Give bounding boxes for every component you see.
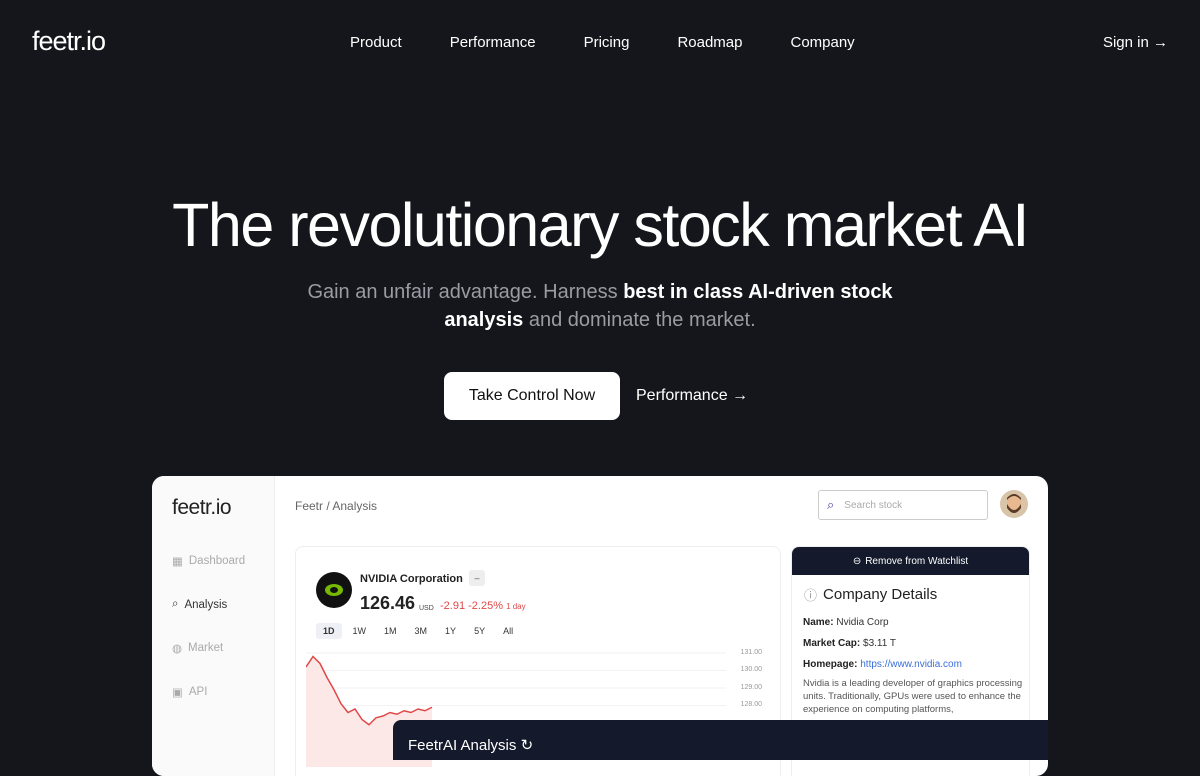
price-change: -2.91 -2.25% 1 day xyxy=(440,600,526,612)
y-tick: 128.00 xyxy=(740,701,762,708)
homepage-link[interactable]: https://www.nvidia.com xyxy=(860,659,962,670)
range-tabs: 1D 1W 1M 3M 1Y 5Y All xyxy=(316,623,520,639)
nav-performance[interactable]: Performance xyxy=(450,34,536,51)
tab-all[interactable]: All xyxy=(496,623,520,639)
tab-3m[interactable]: 3M xyxy=(408,623,435,639)
y-tick: 129.00 xyxy=(740,684,762,691)
info-icon: ⓘ xyxy=(804,588,818,603)
sidebar-item-market[interactable]: ◍ Market xyxy=(172,641,223,655)
search-icon: ⌕ xyxy=(827,497,835,512)
app-logo: feetr.io xyxy=(172,496,232,519)
company-name: NVIDIA Corporation xyxy=(360,573,463,585)
nav-pricing[interactable]: Pricing xyxy=(584,34,630,51)
hero-subtitle: Gain an unfair advantage. Harness best i… xyxy=(300,278,900,334)
avatar[interactable] xyxy=(1000,490,1028,518)
search-icon: ⌕ xyxy=(172,598,179,610)
details-heading: ⓘ Company Details xyxy=(804,585,937,604)
change-period: 1 day xyxy=(506,602,526,611)
nvidia-logo xyxy=(316,572,352,608)
nav-company[interactable]: Company xyxy=(790,34,854,51)
detail-homepage: Homepage: https://www.nvidia.com xyxy=(803,659,962,670)
stock-tag[interactable]: – xyxy=(469,570,485,586)
breadcrumb: Feetr / Analysis xyxy=(295,499,378,513)
heading-text: Company Details xyxy=(823,586,938,603)
tab-5y[interactable]: 5Y xyxy=(467,623,492,639)
search-placeholder: Search stock xyxy=(844,499,903,511)
ai-analysis-panel: FeetrAI Analysis ↻ xyxy=(393,720,1048,760)
label: Name: xyxy=(803,617,834,628)
performance-link[interactable]: Performance → xyxy=(636,387,748,405)
sidebar-item-label: Dashboard xyxy=(188,555,246,567)
detail-market-cap: Market Cap: $3.11 T xyxy=(803,638,896,649)
tab-1w[interactable]: 1W xyxy=(346,623,374,639)
sidebar-item-label: API xyxy=(188,686,208,698)
refresh-icon[interactable]: ↻ xyxy=(521,737,534,754)
value: Nvidia Corp xyxy=(836,617,889,628)
y-tick: 131.00 xyxy=(740,649,762,656)
remove-watchlist-button[interactable]: ⊖ Remove from Watchlist xyxy=(792,547,1029,575)
sidebar-item-label: Market xyxy=(188,642,224,654)
sidebar: feetr.io ▦ Dashboard ⌕ Analysis ◍ Market ▣ A… xyxy=(152,476,275,776)
sidebar-item-api[interactable]: ▣ API xyxy=(172,685,207,699)
tab-1y[interactable]: 1Y xyxy=(438,623,463,639)
stock-price: 126.46 xyxy=(360,593,416,613)
y-tick: 130.00 xyxy=(740,666,762,673)
subtitle-text: and dominate the market. xyxy=(523,309,756,331)
detail-name: Name: Nvidia Corp xyxy=(803,617,889,628)
sidebar-item-dashboard[interactable]: ▦ Dashboard xyxy=(172,554,245,568)
sign-in-link[interactable]: Sign in → xyxy=(1103,34,1168,51)
sidebar-item-label: Analysis xyxy=(184,598,228,611)
change-percent: -2.25% xyxy=(468,600,503,612)
subtitle-text: Gain an unfair advantage. Harness xyxy=(307,281,624,303)
sidebar-item-analysis[interactable]: ⌕ Analysis xyxy=(172,598,227,611)
button-label: Remove from Watchlist xyxy=(865,555,969,567)
label: Market Cap: xyxy=(803,638,861,649)
top-nav: feetr.io Product Performance Pricing Roa… xyxy=(0,0,1200,84)
value: $3.11 T xyxy=(863,638,897,649)
search-input[interactable]: ⌕ Search stock xyxy=(818,490,988,520)
grid-icon: ▦ xyxy=(172,556,183,568)
minus-circle-icon: ⊖ xyxy=(852,555,862,567)
logo[interactable]: feetr.io xyxy=(32,26,106,57)
nav-links: Product Performance Pricing Roadmap Comp… xyxy=(350,34,855,51)
nav-roadmap[interactable]: Roadmap xyxy=(677,34,742,51)
currency: USD xyxy=(419,605,434,612)
label: Homepage: xyxy=(803,659,858,670)
company-description: Nvidia is a leading developer of graphic… xyxy=(803,678,1023,715)
nav-product[interactable]: Product xyxy=(350,34,402,51)
hero-title: The revolutionary stock market AI xyxy=(172,191,1029,259)
tab-1m[interactable]: 1M xyxy=(377,623,404,639)
take-control-button[interactable]: Take Control Now xyxy=(444,372,620,420)
change-value: -2.91 xyxy=(440,600,466,612)
ai-analysis-title: FeetrAI Analysis xyxy=(408,737,517,754)
terminal-icon: ▣ xyxy=(172,687,183,699)
tab-1d[interactable]: 1D xyxy=(316,623,342,639)
globe-icon: ◍ xyxy=(172,643,183,655)
